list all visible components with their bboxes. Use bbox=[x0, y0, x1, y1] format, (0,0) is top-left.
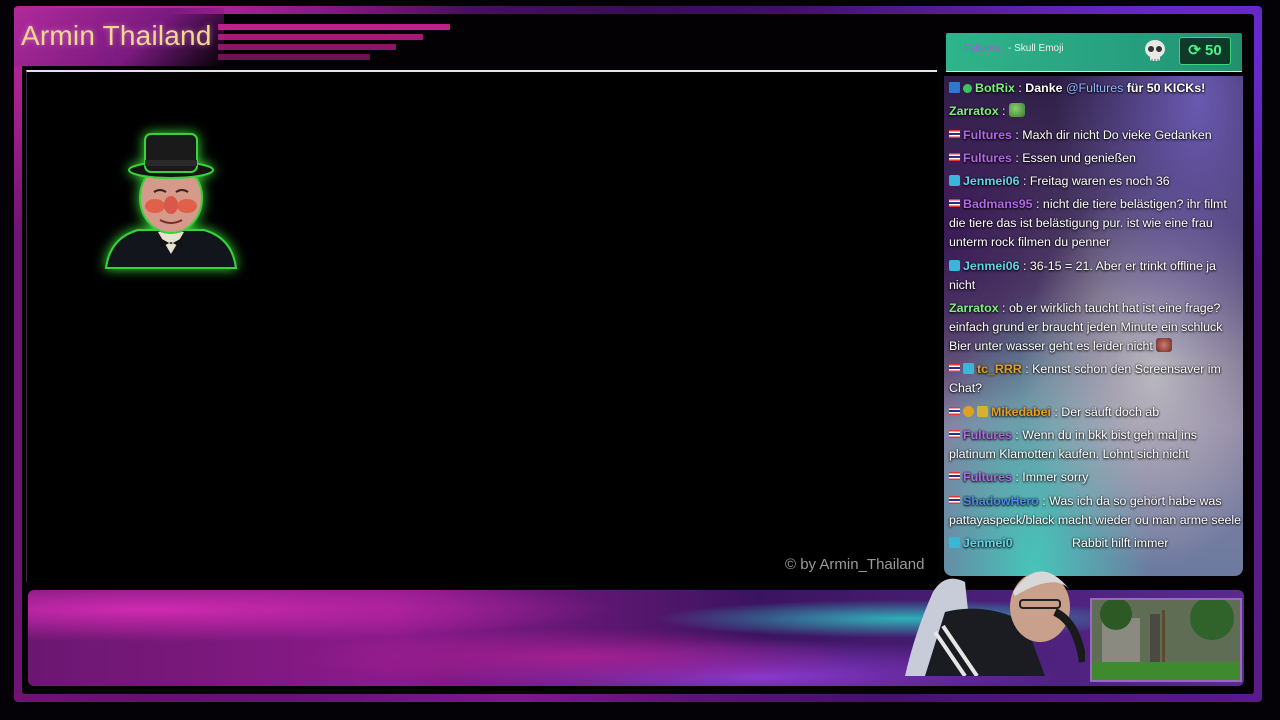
chat-separator: : bbox=[1015, 427, 1019, 442]
watermark: © by Armin_Thailand bbox=[785, 556, 925, 573]
chat-message: tc_RRR : Kennst schon den Screensaver im… bbox=[949, 360, 1242, 398]
subscriber-icon bbox=[949, 175, 960, 187]
top-hat-man-avatar bbox=[104, 133, 238, 269]
chat-separator: : bbox=[1042, 493, 1046, 508]
chat-separator: : bbox=[1015, 470, 1019, 485]
chat-message: Jenmei06 : 36-15 = 21. Aber er trinkt of… bbox=[949, 257, 1242, 295]
gift-icon bbox=[977, 405, 988, 417]
garden-preview bbox=[1090, 596, 1242, 682]
kick-coin-icon: ⟳ bbox=[1188, 42, 1201, 59]
flag-icon bbox=[949, 129, 960, 138]
kick-amount: 50 bbox=[1205, 42, 1222, 59]
chat-username[interactable]: ShadowHero bbox=[963, 494, 1039, 508]
subscriber-icon bbox=[949, 259, 960, 271]
stream-title: Armin Thailand bbox=[21, 20, 212, 51]
kick-alert: Fultures - Skull Emoji ⟳ 50 bbox=[946, 33, 1242, 72]
chat-username[interactable]: Fultures bbox=[963, 151, 1012, 165]
garden-scene-image bbox=[1092, 596, 1240, 680]
flag-icon bbox=[949, 472, 960, 481]
chat-separator: : bbox=[1015, 127, 1019, 142]
chat-separator: : bbox=[1002, 301, 1006, 316]
chat-text: Danke bbox=[1025, 81, 1063, 95]
flag-icon bbox=[949, 406, 960, 415]
chat-message: Fultures : Wenn du in bkk bist geh mal i… bbox=[949, 426, 1242, 464]
chat-text: für 50 KICKs! bbox=[1126, 81, 1206, 95]
chat-username[interactable]: Fultures bbox=[963, 428, 1012, 442]
flag-icon bbox=[949, 495, 960, 504]
chat-username[interactable]: Jenmei06 bbox=[963, 259, 1019, 273]
chat-username[interactable]: tc_RRR bbox=[977, 362, 1022, 376]
verified-icon bbox=[963, 84, 972, 93]
chat-username[interactable]: BotRix bbox=[975, 81, 1015, 95]
flag-icon bbox=[949, 364, 960, 373]
chat-mention[interactable]: @Fultures bbox=[1066, 81, 1123, 95]
chat-message: Fultures : Essen und genießen bbox=[949, 149, 1242, 168]
chat-username[interactable]: Mikedabei bbox=[991, 405, 1051, 419]
chat-separator: : bbox=[1002, 104, 1006, 119]
title-stripe bbox=[218, 44, 396, 50]
chat-text: Rabbit hilft immer bbox=[1072, 535, 1169, 550]
chat-username[interactable]: Jenmei0 bbox=[963, 536, 1013, 550]
chat-message: BotRix : Danke @Fultures für 50 KICKs! bbox=[949, 79, 1242, 98]
skull-icon bbox=[1145, 40, 1165, 61]
chat-text: Maxh dir nicht Do vieke Gedanken bbox=[1022, 127, 1212, 142]
chat-text: Essen und genießen bbox=[1022, 150, 1136, 165]
chat-separator: : bbox=[1022, 258, 1027, 273]
chat-panel[interactable]: BotRix : Danke @Fultures für 50 KICKs! Z… bbox=[944, 76, 1243, 576]
chat-message: ShadowHero : Was ich da so gehört habe w… bbox=[949, 492, 1242, 530]
flag-icon bbox=[949, 429, 960, 438]
kick-amount-badge: ⟳ 50 bbox=[1179, 37, 1231, 65]
kick-alert-username: Fultures bbox=[964, 43, 1001, 54]
chat-text: Freitag waren es noch 36 bbox=[1029, 174, 1170, 189]
chat-separator: : bbox=[1018, 81, 1022, 95]
chat-separator: : bbox=[1015, 150, 1019, 165]
chat-username[interactable]: Badmans95 bbox=[963, 197, 1033, 211]
chat-username[interactable]: Fultures bbox=[963, 470, 1012, 484]
chat-username[interactable]: Jenmei06 bbox=[963, 174, 1019, 188]
chat-message: Badmans95 : nicht die tiere belästigen? … bbox=[949, 195, 1242, 252]
title-stripe bbox=[218, 54, 370, 60]
subscriber-icon bbox=[949, 536, 960, 548]
chat-username[interactable]: Fultures bbox=[963, 128, 1012, 142]
chat-message: Jenmei0 Rabbit hilft immer bbox=[949, 534, 1242, 553]
streamer-webcam bbox=[905, 571, 1085, 676]
frog-emote bbox=[1008, 103, 1025, 118]
chat-message: Mikedabei : Der säuft doch ab bbox=[949, 403, 1242, 422]
chat-message: Jenmei06 : Freitag waren es noch 36 bbox=[949, 172, 1242, 191]
title-stripe bbox=[218, 34, 423, 40]
chat-text: Der säuft doch ab bbox=[1061, 404, 1160, 419]
chat-separator: : bbox=[1022, 174, 1027, 189]
coin-icon bbox=[963, 405, 974, 417]
flag-icon bbox=[949, 199, 960, 208]
kick-alert-item: - Skull Emoji bbox=[1008, 43, 1064, 54]
chat-separator: : bbox=[1054, 404, 1058, 419]
chat-message: Zarratox : ob er wirklich taucht hat ist… bbox=[949, 299, 1242, 356]
chat-message-list: BotRix : Danke @Fultures für 50 KICKs! Z… bbox=[949, 79, 1242, 557]
chat-message: Fultures : Maxh dir nicht Do vieke Gedan… bbox=[949, 126, 1242, 145]
chat-text: Immer sorry bbox=[1022, 470, 1089, 485]
flag-icon bbox=[949, 152, 960, 161]
chat-message: Zarratox : bbox=[949, 102, 1242, 121]
face-emote bbox=[1156, 338, 1173, 353]
chat-separator: : bbox=[1036, 197, 1040, 212]
chat-username[interactable]: Zarratox bbox=[949, 301, 999, 315]
chat-message: Fultures : Immer sorry bbox=[949, 468, 1242, 487]
chat-username[interactable]: Zarratox bbox=[949, 104, 999, 118]
subscriber-icon bbox=[963, 363, 974, 375]
bot-icon bbox=[949, 82, 960, 93]
title-stripe bbox=[218, 24, 450, 30]
chat-separator: : bbox=[1025, 362, 1029, 377]
